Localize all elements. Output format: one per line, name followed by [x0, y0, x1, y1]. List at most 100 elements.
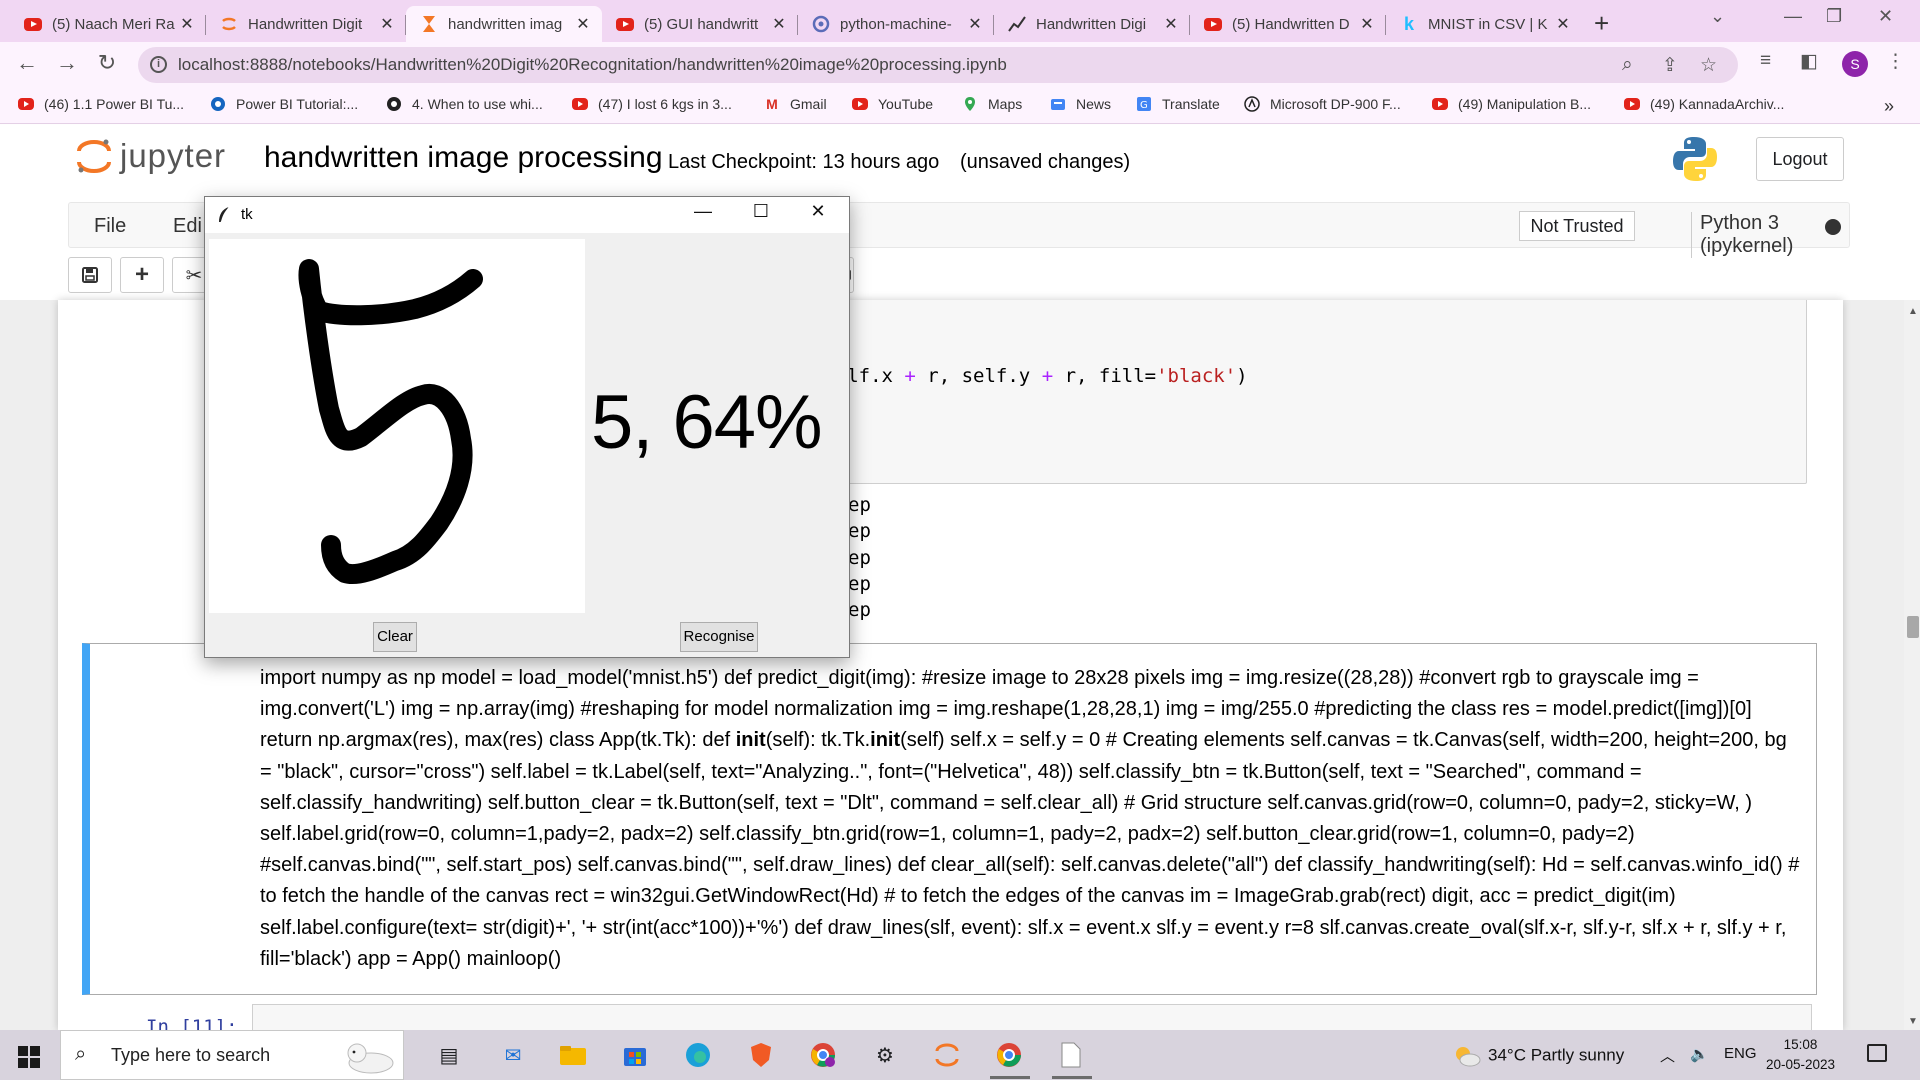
windows-taskbar: ⌕ Type here to search ▤ ✉ ⚙ 34°C Partly …	[0, 1030, 1920, 1080]
scroll-up-icon[interactable]: ▲	[1908, 306, 1918, 317]
bookmark[interactable]: (49) KannadaArchiv...	[1624, 96, 1784, 112]
tk-minimize-icon[interactable]: —	[688, 201, 718, 222]
bookmark[interactable]: Maps	[962, 96, 1022, 112]
input-language[interactable]: ENG	[1724, 1045, 1757, 1062]
taskbar-search[interactable]: ⌕ Type here to search	[60, 1030, 404, 1080]
brave-icon[interactable]	[746, 1041, 776, 1069]
browser-tab[interactable]: Handwritten Digi ✕	[994, 6, 1190, 42]
more-bookmarks-icon[interactable]: »	[1884, 96, 1894, 117]
minimize-icon[interactable]: —	[1784, 6, 1802, 27]
share-icon[interactable]: ⇪	[1662, 54, 1678, 77]
volume-icon[interactable]: 🔈	[1690, 1045, 1709, 1063]
recognise-button[interactable]: Recognise	[680, 622, 758, 652]
bookmark[interactable]: Power BI Tutorial:...	[210, 96, 358, 112]
site-info-icon[interactable]: i	[150, 56, 167, 73]
bookmark[interactable]: YouTube	[852, 96, 933, 112]
trust-indicator[interactable]: Not Trusted	[1519, 211, 1635, 241]
bookmark[interactable]: Microsoft DP-900 F...	[1244, 96, 1401, 112]
kaggle-icon: k	[1403, 13, 1414, 34]
system-clock[interactable]: 15:08 20-05-2023	[1766, 1035, 1835, 1075]
bookmark[interactable]: (46) 1.1 Power BI Tu...	[18, 96, 184, 112]
bookmark-star-icon[interactable]: ☆	[1700, 54, 1717, 77]
close-tab-icon[interactable]: ✕	[1358, 14, 1376, 34]
settings-gear-icon[interactable]: ⚙	[870, 1041, 900, 1069]
output-line: ep	[848, 547, 871, 569]
notebook-title[interactable]: handwritten image processing	[264, 141, 663, 175]
browser-tab[interactable]: k MNIST in CSV | K ✕	[1386, 6, 1582, 42]
insert-cell-button[interactable]: +	[120, 257, 164, 293]
markdown-text[interactable]: import numpy as np model = load_model('m…	[260, 663, 1800, 975]
windows-start-icon[interactable]	[18, 1046, 40, 1068]
close-tab-icon[interactable]: ✕	[1554, 14, 1572, 34]
jupyter-taskbar-icon[interactable]	[932, 1041, 962, 1069]
url-text[interactable]: localhost:8888/notebooks/Handwritten%20D…	[178, 55, 1007, 75]
side-panel-icon[interactable]: ◧	[1800, 50, 1818, 73]
bookmark[interactable]: M Gmail	[764, 96, 826, 112]
browser-tab[interactable]: (5) GUI handwritt ✕	[602, 6, 798, 42]
browser-tab[interactable]: Handwritten Digit ✕	[206, 6, 406, 42]
youtube-icon	[1204, 15, 1222, 33]
file-explorer-icon[interactable]	[558, 1041, 588, 1069]
menu-edit[interactable]: Edi	[173, 215, 202, 238]
news-icon	[1050, 96, 1066, 112]
menu-file[interactable]: File	[94, 215, 126, 238]
reading-list-icon[interactable]: ≡	[1760, 50, 1771, 72]
logout-button[interactable]: Logout	[1756, 137, 1844, 181]
jupyter-logo[interactable]: jupyter	[76, 136, 226, 176]
polar-bear-icon	[347, 1043, 394, 1074]
bookmark[interactable]: (47) I lost 6 kgs in 3...	[572, 96, 732, 112]
new-tab-button[interactable]: +	[1594, 8, 1609, 39]
browser-tab-active[interactable]: handwritten imag ✕	[406, 6, 602, 42]
bookmark[interactable]: (49) Manipulation B...	[1432, 96, 1591, 112]
reload-icon[interactable]: ↻	[92, 50, 122, 76]
tk-maximize-icon[interactable]: ☐	[746, 201, 776, 222]
save-button[interactable]	[68, 257, 112, 293]
close-tab-icon[interactable]: ✕	[378, 14, 396, 34]
bookmark[interactable]: 4. When to use whi...	[386, 96, 543, 112]
tk-titlebar[interactable]: tk — ☐ ✕	[205, 197, 849, 233]
more-menu-icon[interactable]: ⋮	[1886, 50, 1905, 73]
task-view-icon[interactable]: ▤	[434, 1041, 464, 1069]
browser-tab[interactable]: (5) Naach Meri Ra ✕	[10, 6, 206, 42]
mail-icon[interactable]: ✉	[498, 1041, 528, 1069]
page-scrollbar[interactable]: ▲ ▼	[1904, 300, 1920, 1030]
notifications-icon[interactable]	[1867, 1044, 1887, 1062]
zoom-icon[interactable]: ⌕	[1622, 54, 1633, 76]
kernel-name[interactable]: Python 3 (ipykernel)	[1691, 212, 1849, 258]
tk-close-icon[interactable]: ✕	[803, 201, 833, 222]
forward-arrow-icon[interactable]: →	[52, 50, 82, 76]
chrome-profile-icon[interactable]	[808, 1041, 838, 1069]
close-window-icon[interactable]: ✕	[1878, 6, 1893, 27]
profile-avatar[interactable]: S	[1842, 51, 1868, 77]
gmail-icon: M	[766, 96, 778, 112]
close-tab-icon[interactable]: ✕	[1162, 14, 1180, 34]
output-line: ep	[848, 494, 871, 516]
close-tab-icon[interactable]: ✕	[966, 14, 984, 34]
address-bar[interactable]: i localhost:8888/notebooks/Handwritten%2…	[138, 47, 1738, 83]
kernel-status-icon	[1825, 219, 1841, 235]
browser-tab[interactable]: (5) Handwritten D ✕	[1190, 6, 1386, 42]
tab-search-icon[interactable]: ⌄	[1710, 6, 1725, 27]
back-arrow-icon[interactable]: ←	[12, 50, 42, 76]
bookmark[interactable]: G Translate	[1136, 96, 1220, 112]
drawing-canvas[interactable]	[209, 239, 585, 613]
save-icon	[82, 267, 98, 283]
store-icon[interactable]	[620, 1041, 650, 1069]
close-tab-icon[interactable]: ✕	[770, 14, 788, 34]
output-line: ep	[848, 573, 871, 595]
jupyter-logo-icon	[76, 136, 112, 176]
document-icon[interactable]	[1056, 1041, 1086, 1069]
restore-icon[interactable]: ❐	[1826, 6, 1842, 27]
close-tab-icon[interactable]: ✕	[574, 14, 592, 34]
weather-widget[interactable]: 34°C Partly sunny	[1452, 1044, 1624, 1068]
browser-tab[interactable]: python-machine- ✕	[798, 6, 994, 42]
close-tab-icon[interactable]: ✕	[178, 14, 196, 34]
chrome-icon[interactable]	[994, 1041, 1024, 1069]
scroll-down-icon[interactable]: ▼	[1908, 1016, 1918, 1027]
edge-icon[interactable]	[683, 1041, 713, 1069]
scroll-thumb[interactable]	[1907, 616, 1919, 638]
tray-chevron-icon[interactable]: ︿	[1660, 1045, 1675, 1066]
clear-button[interactable]: Clear	[373, 622, 417, 652]
bookmark[interactable]: News	[1050, 96, 1111, 112]
youtube-icon	[1624, 96, 1640, 112]
